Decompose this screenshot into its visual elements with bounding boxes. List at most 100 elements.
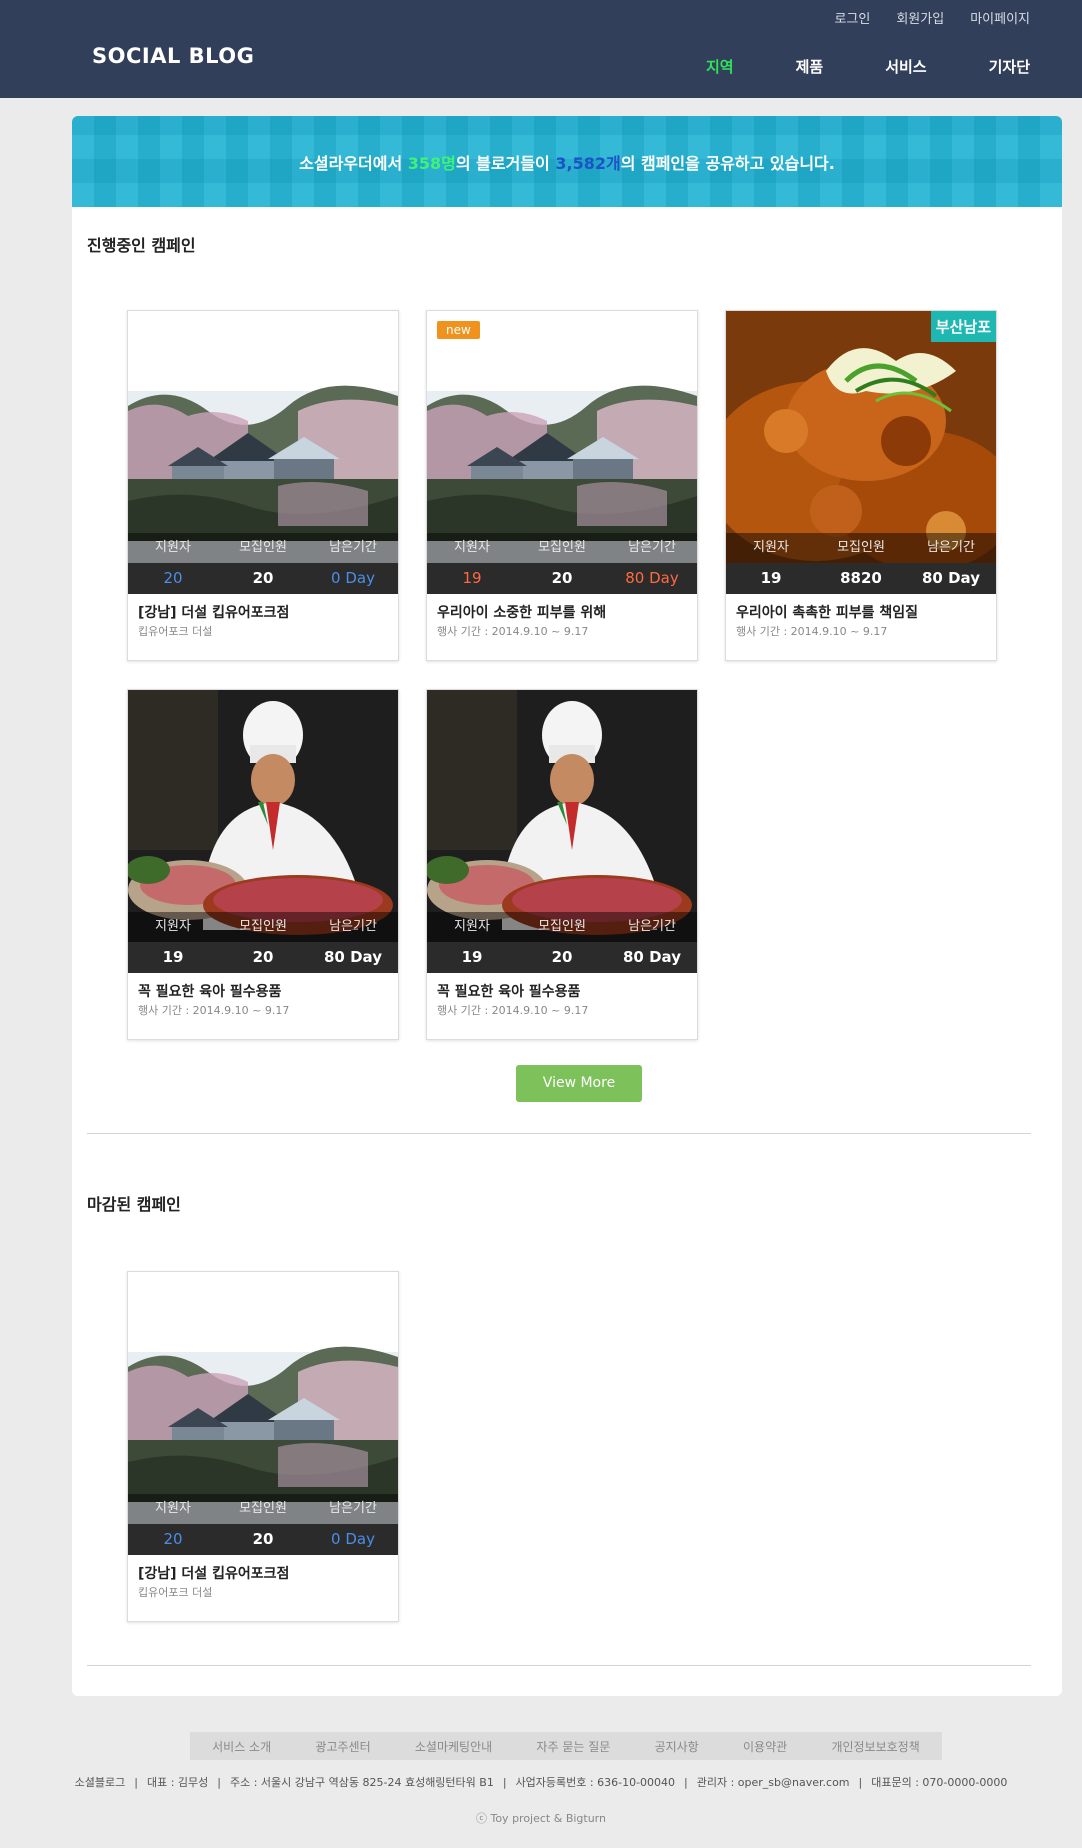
campaign-thumbnail[interactable]: 지원자 모집인원 남은기간 20 20 0 Day: [128, 1272, 398, 1555]
recruits-value: 20: [252, 569, 274, 587]
recruits-label: 모집인원: [538, 919, 586, 934]
banner-prefix: 소셜라우더에서: [299, 154, 408, 173]
utility-links: 로그인 회원가입 마이페이지: [834, 8, 1030, 27]
stats-values: 19 8820 80 Day: [726, 563, 996, 594]
campaign-card[interactable]: new 지원자 모집인원 남은기간 19 20 80 Day 우리아이 소중한 피부를 위해행…: [426, 310, 698, 661]
applicants-value: 19: [462, 569, 482, 587]
campaign-title[interactable]: [강남] 더설 킵유어포크점: [138, 1563, 289, 1583]
applicants-label: 지원자: [753, 540, 789, 555]
applicants-value: 19: [760, 569, 782, 587]
campaign-subtitle: 행사 기간 : 2014.9.10 ~ 9.17: [437, 625, 589, 638]
campaign-thumbnail[interactable]: 부산남포 지원자 모집인원 남은기간 19 8820 80 Day: [726, 311, 996, 594]
banner-middle: 의 블로거들이: [455, 154, 556, 173]
recruits-value: 20: [252, 948, 274, 966]
stats-banner: 소셜라우더에서 358명의 블로거들이 3,582개의 캠페인을 공유하고 있습…: [72, 116, 1062, 207]
login-link[interactable]: 로그인: [834, 8, 870, 27]
recruits-value: 20: [252, 1530, 274, 1548]
days-left-label: 남은기간: [628, 919, 676, 934]
closed-campaigns-title: 마감된 캠페인: [87, 1195, 181, 1214]
nav-item-reporters[interactable]: 기자단: [989, 56, 1030, 77]
days-left-label: 남은기간: [628, 540, 676, 555]
campaign-card[interactable]: 부산남포 지원자 모집인원 남은기간 19 8820 80 Day 우리아이 촉촉한 피부를 …: [725, 310, 997, 661]
stats-values: 19 20 80 Day: [427, 563, 697, 594]
footer-link-notice[interactable]: 공지사항: [655, 1738, 699, 1755]
view-more-button[interactable]: View More: [516, 1065, 642, 1102]
campaign-title[interactable]: 우리아이 소중한 피부를 위해: [437, 602, 606, 622]
applicants-label: 지원자: [454, 540, 490, 555]
days-left-value: 80 Day: [324, 948, 382, 966]
company-phone: 대표문의 : 070-0000-0000: [871, 1776, 1008, 1789]
company-name: 소셜블로그: [74, 1776, 126, 1789]
footer-link-marketing[interactable]: 소셜마케팅안내: [415, 1738, 492, 1755]
nav-item-service[interactable]: 서비스: [885, 56, 926, 77]
campaign-thumbnail[interactable]: new 지원자 모집인원 남은기간 19 20 80 Day: [427, 311, 697, 594]
days-left-value: 80 Day: [623, 948, 681, 966]
footer-link-terms[interactable]: 이용약관: [743, 1738, 787, 1755]
campaign-thumbnail[interactable]: 지원자 모집인원 남은기간 19 20 80 Day: [427, 690, 697, 973]
campaign-card[interactable]: 지원자 모집인원 남은기간 19 20 80 Day 꼭 필요한 육아 필수용품 행사 기간 …: [426, 689, 698, 1040]
applicants-label: 지원자: [155, 540, 191, 555]
mypage-link[interactable]: 마이페이지: [970, 8, 1030, 27]
site-header: SOCIAL BLOG 로그인 회원가입 마이페이지 지역 제품 서비스 기자단: [0, 0, 1082, 98]
footer-link-about[interactable]: 서비스 소개: [212, 1738, 271, 1755]
campaign-subtitle: 행사 기간 : 2014.9.10 ~ 9.17: [138, 1004, 290, 1017]
active-campaigns-title: 진행중인 캠페인: [87, 236, 196, 255]
days-left-label: 남은기간: [329, 1501, 377, 1516]
applicants-label: 지원자: [155, 919, 191, 934]
signup-link[interactable]: 회원가입: [896, 8, 944, 27]
stats-labels: 지원자 모집인원 남은기간: [128, 1494, 398, 1524]
recruits-label: 모집인원: [239, 919, 287, 934]
recruits-label: 모집인원: [538, 540, 586, 555]
footer-link-faq[interactable]: 자주 묻는 질문: [536, 1738, 610, 1755]
campaign-title[interactable]: 우리아이 촉촉한 피부를 책임질: [736, 602, 918, 622]
campaign-count: 3,582개: [555, 154, 621, 173]
main-nav: 지역 제품 서비스 기자단: [644, 56, 1030, 77]
stats-labels: 지원자 모집인원 남은기간: [427, 533, 697, 563]
campaign-subtitle: 행사 기간 : 2014.9.10 ~ 9.17: [437, 1004, 589, 1017]
company-biz-no: 사업자등록번호 : 636-10-00040: [515, 1776, 676, 1789]
campaign-card[interactable]: 지원자 모집인원 남은기간 20 20 0 Day [강남] 더설 킵유어포크점 킵유어포크 …: [127, 1271, 399, 1622]
recruits-label: 모집인원: [239, 1501, 287, 1516]
campaign-subtitle: 킵유어포크 더설: [138, 625, 213, 638]
stats-values: 20 20 0 Day: [128, 563, 398, 594]
new-badge: new: [437, 321, 480, 339]
stats-values: 19 20 80 Day: [128, 942, 398, 973]
company-ceo: 대표 : 김무성: [146, 1776, 209, 1789]
days-left-value: 0 Day: [331, 1530, 375, 1548]
days-left-label: 남은기간: [927, 540, 975, 555]
campaign-title[interactable]: 꼭 필요한 육아 필수용품: [437, 981, 580, 1001]
applicants-value: 19: [162, 948, 184, 966]
days-left-value: 0 Day: [331, 569, 375, 587]
section-divider: [87, 1133, 1031, 1134]
campaign-card[interactable]: 지원자 모집인원 남은기간 20 20 0 Day [강남] 더설 킵유어포크점킵유어포크 …: [127, 310, 399, 661]
stats-values: 19 20 80 Day: [427, 942, 697, 973]
applicants-label: 지원자: [155, 1501, 191, 1516]
stats-values: 20 20 0 Day: [128, 1524, 398, 1555]
blogger-count: 358명: [407, 154, 456, 173]
campaign-subtitle: 행사 기간 : 2014.9.10 ~ 9.17: [736, 625, 888, 638]
campaign-title[interactable]: [강남] 더설 킵유어포크점: [138, 602, 289, 622]
recruits-label: 모집인원: [837, 540, 885, 555]
days-left-value: 80 Day: [625, 569, 679, 587]
applicants-value: 20: [163, 569, 183, 587]
site-logo[interactable]: SOCIAL BLOG: [92, 44, 254, 68]
applicants-value: 19: [461, 948, 483, 966]
recruits-value: 20: [551, 569, 573, 587]
days-left-label: 남은기간: [329, 540, 377, 555]
campaign-thumbnail[interactable]: 지원자 모집인원 남은기간 20 20 0 Day: [128, 311, 398, 594]
company-address: 주소 : 서울시 강남구 역삼동 825-24 효성해링턴타워 B1: [229, 1776, 494, 1789]
footer-link-privacy[interactable]: 개인정보보호정책: [831, 1738, 919, 1755]
copyright: ⓒ Toy project & Bigturn: [475, 1812, 606, 1825]
footer-link-advertiser[interactable]: 광고주센터: [315, 1738, 370, 1755]
campaign-card[interactable]: 지원자 모집인원 남은기간 19 20 80 Day 꼭 필요한 육아 필수용품 행사 기간 …: [127, 689, 399, 1040]
campaign-title[interactable]: 꼭 필요한 육아 필수용품: [138, 981, 281, 1001]
nav-item-region[interactable]: 지역: [706, 56, 734, 77]
campaign-thumbnail[interactable]: 지원자 모집인원 남은기간 19 20 80 Day: [128, 690, 398, 973]
stats-labels: 지원자 모집인원 남은기간: [726, 533, 996, 563]
campaign-subtitle: 킵유어포크 더설: [138, 1586, 213, 1599]
stats-labels: 지원자 모집인원 남은기간: [128, 912, 398, 942]
recruits-label: 모집인원: [239, 540, 287, 555]
nav-item-product[interactable]: 제품: [796, 56, 824, 77]
recruits-value: 8820: [840, 569, 882, 587]
region-badge: 부산남포: [930, 311, 996, 342]
